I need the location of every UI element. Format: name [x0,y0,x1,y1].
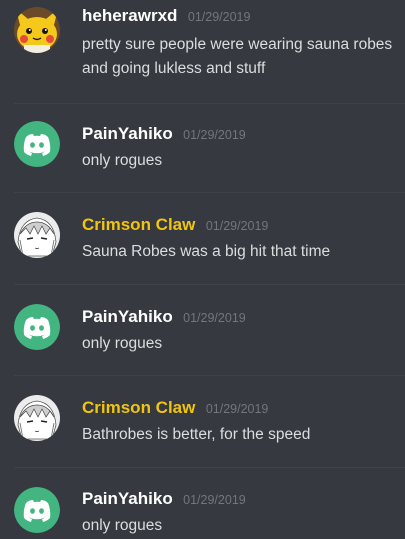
author-name[interactable]: Crimson Claw [82,215,195,234]
message-divider [14,103,405,104]
author-name[interactable]: PainYahiko [82,489,173,508]
author-name[interactable]: PainYahiko [82,124,173,143]
author-name[interactable]: Crimson Claw [82,398,195,417]
message-divider [14,467,405,468]
author-name[interactable]: PainYahiko [82,307,173,326]
message-header: heherawrxd 01/29/2019 [82,6,250,26]
message-timestamp: 01/29/2019 [205,402,269,416]
message-timestamp: 01/29/2019 [187,10,251,24]
anime-sketch-avatar[interactable] [14,212,60,258]
message-text: Sauna Robes was a big hit that time [82,243,331,260]
message-text: pretty sure people were wearing sauna ro… [82,36,393,77]
discord-default-avatar[interactable] [14,487,60,533]
anime-sketch-avatar[interactable] [14,395,60,441]
message-divider [14,192,405,193]
message-header: PainYahiko 01/29/2019 [82,307,246,327]
message-text: only rogues [82,335,163,352]
discord-default-avatar[interactable] [14,304,60,350]
message-header: PainYahiko 01/29/2019 [82,489,246,509]
message-timestamp: 01/29/2019 [205,219,269,233]
message-text: only rogues [82,152,163,169]
author-name[interactable]: heherawrxd [82,6,177,25]
message-text: only rogues [82,517,163,534]
message-timestamp: 01/29/2019 [183,128,246,142]
message-timestamp: 01/29/2019 [183,311,246,325]
chat-message-list: heherawrxd 01/29/2019 pretty sure people… [0,0,405,539]
pikachu-avatar[interactable] [14,7,60,53]
message-text: Bathrobes is better, for the speed [82,426,311,443]
message-divider [14,284,405,285]
message-divider [14,375,405,376]
message-timestamp: 01/29/2019 [183,493,246,507]
message-header: PainYahiko 01/29/2019 [82,124,246,144]
message-header: Crimson Claw 01/29/2019 [82,398,268,418]
discord-default-avatar[interactable] [14,121,60,167]
message-header: Crimson Claw 01/29/2019 [82,215,268,235]
